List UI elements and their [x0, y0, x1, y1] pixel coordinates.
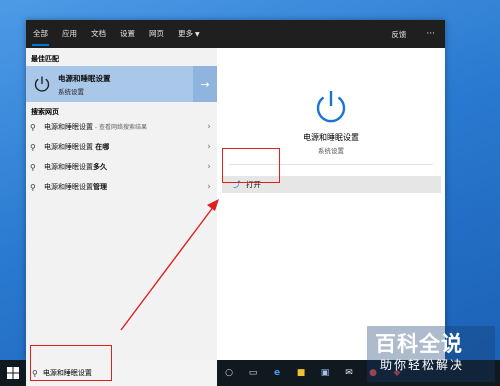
web-item-suggestion: 多久 — [93, 163, 107, 171]
arrow-right-icon: → — [200, 77, 210, 91]
watermark-title: 百科全说 — [375, 332, 463, 356]
search-tabs-bar: 全部 应用 文档 设置 网页 更多 ▼ 反馈 ··· — [26, 20, 445, 48]
tab-web-label: 网页 — [149, 29, 164, 38]
web-search-item[interactable]: ⚲ 电源和睡眠设置多久 › — [26, 157, 217, 177]
edge-icon[interactable]: e — [265, 360, 289, 386]
tab-documents-label: 文档 — [91, 29, 106, 38]
best-match-header: 最佳匹配 — [31, 55, 59, 63]
start-button[interactable] — [0, 360, 26, 386]
task-view-icon[interactable]: ▭ — [241, 360, 265, 386]
mail-icon[interactable]: ✉ — [337, 360, 361, 386]
tab-settings[interactable]: 设置 — [113, 20, 142, 48]
web-search-header: 搜索网页 — [31, 108, 59, 116]
tab-all[interactable]: 全部 — [26, 20, 55, 48]
chevron-right-icon: › — [207, 122, 211, 132]
web-search-item[interactable]: ⚲ 电源和睡眠设置管理 › — [26, 177, 217, 197]
windows-icon — [7, 367, 19, 379]
tab-documents[interactable]: 文档 — [84, 20, 113, 48]
tab-apps[interactable]: 应用 — [55, 20, 84, 48]
detail-title: 电源和睡眠设置 — [303, 133, 359, 142]
search-icon: ⚲ — [30, 182, 36, 192]
web-search-item[interactable]: ⚲ 电源和睡眠设置 - 查看网络搜索结果 › — [26, 117, 217, 137]
best-match-subtitle: 系统设置 — [58, 87, 84, 96]
more-options-button[interactable]: ··· — [416, 29, 445, 39]
expand-arrow-button[interactable]: → — [193, 66, 217, 102]
search-icon: ⚲ — [30, 142, 36, 152]
tab-apps-label: 应用 — [62, 29, 77, 38]
web-item-query: 电源和睡眠设置 — [44, 123, 93, 131]
best-match-title: 电源和睡眠设置 — [58, 73, 111, 83]
best-match-item[interactable]: 电源和睡眠设置 系统设置 → — [26, 66, 217, 102]
best-match-main[interactable]: 电源和睡眠设置 系统设置 — [26, 66, 193, 102]
tab-all-label: 全部 — [33, 29, 48, 38]
tab-more-label: 更多 — [178, 29, 193, 38]
web-item-hint: - 查看网络搜索结果 — [93, 124, 147, 131]
power-icon — [316, 91, 346, 123]
chevron-down-icon: ▼ — [195, 31, 200, 38]
tab-settings-label: 设置 — [120, 29, 135, 38]
cortana-icon[interactable]: ○ — [217, 360, 241, 386]
watermark-subtitle: 助你轻松解决 — [380, 358, 465, 372]
web-item-suggestion: 在哪 — [95, 143, 110, 151]
web-item-query: 电源和睡眠设置 — [44, 163, 93, 171]
file-explorer-icon[interactable]: ■ — [289, 360, 313, 386]
chevron-right-icon: › — [207, 142, 211, 152]
search-panel: 全部 应用 文档 设置 网页 更多 ▼ 反馈 ··· 最佳匹配 电源和睡眠设置 系… — [26, 20, 445, 360]
annotation-box-open — [222, 148, 280, 183]
chevron-right-icon: › — [207, 162, 211, 172]
tab-web[interactable]: 网页 — [142, 20, 171, 48]
results-list: 最佳匹配 电源和睡眠设置 系统设置 → 搜索网页 ⚲ 电源和睡眠设置 - 查看网… — [26, 48, 217, 360]
search-icon: ⚲ — [30, 122, 36, 132]
web-item-suggestion: 管理 — [93, 183, 107, 191]
web-item-query: 电源和睡眠设置 — [44, 183, 93, 191]
search-icon: ⚲ — [30, 162, 36, 172]
tab-more[interactable]: 更多 ▼ — [171, 20, 207, 48]
annotation-box-search — [30, 345, 112, 381]
detail-pane: 电源和睡眠设置 系统设置 ⤴ 打开 — [217, 48, 445, 360]
feedback-button[interactable]: 反馈 — [381, 29, 416, 40]
web-search-item[interactable]: ⚲ 电源和睡眠设置 在哪 › — [26, 137, 217, 157]
store-icon[interactable]: ▣ — [313, 360, 337, 386]
power-icon — [34, 76, 50, 92]
web-item-query: 电源和睡眠设置 — [44, 143, 96, 151]
chevron-right-icon: › — [207, 182, 211, 192]
